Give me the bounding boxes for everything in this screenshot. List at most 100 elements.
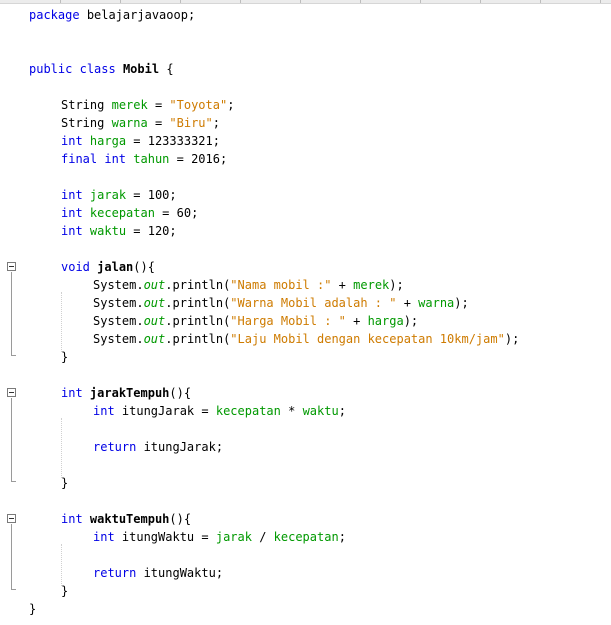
string-literal: "Harga Mobil : " <box>230 314 346 328</box>
println-call: .println( <box>165 278 231 292</box>
concat-operator: + <box>331 278 354 292</box>
string-literal: "Biru" <box>169 116 213 130</box>
keyword-package: package <box>29 8 80 22</box>
fold-toggle-jalan-icon[interactable] <box>7 262 16 271</box>
method-sig-rest: (){ <box>169 386 192 400</box>
code-line-waktutempuh-close: } <box>61 582 68 600</box>
fold-line-waktutempuh <box>11 524 12 590</box>
string-literal: "Warna Mobil adalah : " <box>230 296 397 310</box>
field-name: merek <box>111 98 148 112</box>
code-line-println: System.out.println("Laju Mobil dengan ke… <box>93 330 519 348</box>
code-line-println: System.out.println("Warna Mobil adalah :… <box>93 294 469 312</box>
code-line-field: final int tahun = 2016; <box>61 152 228 166</box>
method-name-jaraktempuh: jarakTempuh <box>89 386 170 400</box>
operator: / <box>251 530 274 544</box>
number-literal: 2016 <box>191 152 220 166</box>
code-line-return-waktu: return itungWaktu; <box>93 564 223 582</box>
method-close-brace: } <box>61 350 69 364</box>
field-type: int <box>61 224 83 238</box>
assign-operator: = <box>126 134 148 148</box>
string-literal: "Nama mobil :" <box>230 278 332 292</box>
keyword-int: int <box>61 512 83 526</box>
assign-operator: = <box>169 152 192 166</box>
code-line-jaraktempuh-signature: int jarakTempuh(){ <box>61 384 191 402</box>
return-value: itungJarak; <box>136 440 224 454</box>
statement-end: ); <box>504 332 520 346</box>
method-close-brace: } <box>61 476 69 490</box>
concat-operator: + <box>396 296 419 310</box>
code-line-waktutempuh-signature: int waktuTempuh(){ <box>61 510 191 528</box>
concat-operator: + <box>345 314 368 328</box>
assign-operator: = <box>154 206 177 220</box>
method-name-jalan: jalan <box>97 260 134 274</box>
code-line-field: int harga = 123333321; <box>61 134 220 148</box>
field-name: waktu <box>89 224 127 238</box>
system-class: System. <box>93 332 144 346</box>
code-area[interactable]: package belajarjavaoop; public class Mob… <box>29 0 611 625</box>
operator: * <box>280 404 303 418</box>
code-line-jalan-close: } <box>61 348 68 366</box>
code-line-println: System.out.println("Nama mobil :" + mere… <box>93 276 404 294</box>
system-class: System. <box>93 278 144 292</box>
field-type: int <box>61 206 83 220</box>
code-line-return-jarak: return itungJarak; <box>93 438 223 456</box>
keyword-return: return <box>93 566 137 580</box>
field-ref: waktu <box>302 404 339 418</box>
fold-toggle-waktutempuh-icon[interactable] <box>7 514 16 523</box>
package-name: belajarjavaoop; <box>86 8 196 22</box>
static-field-out: out <box>143 296 166 310</box>
system-class: System. <box>93 296 144 310</box>
code-line-field: int waktu = 120; <box>61 224 177 238</box>
code-line-jalan-signature: void jalan(){ <box>61 258 155 276</box>
assign-operator: = <box>126 224 148 238</box>
keyword-public: public <box>29 62 73 76</box>
indent-guide <box>61 544 62 586</box>
keyword-class: class <box>79 62 116 76</box>
code-line-field: int kecepatan = 60; <box>61 206 199 220</box>
fold-line-jaraktempuh <box>11 398 12 482</box>
number-literal: 123333321 <box>147 134 213 148</box>
number-literal: 60 <box>176 206 192 220</box>
fold-end-jalan <box>11 355 16 356</box>
code-line-itungjarak-decl: int itungJarak = kecepatan * waktu; <box>93 402 346 420</box>
fold-toggle-jaraktempuh-icon[interactable] <box>7 388 16 397</box>
number-literal: 100 <box>147 188 170 202</box>
code-line-package: package belajarjavaoop; <box>29 6 195 24</box>
keyword-void: void <box>61 260 90 274</box>
field-name: warna <box>111 116 148 130</box>
assign-operator: = <box>126 188 148 202</box>
field-type: String <box>61 98 105 112</box>
field-type: int <box>61 188 83 202</box>
keyword-return: return <box>93 440 137 454</box>
static-field-out: out <box>143 314 166 328</box>
field-type: final int <box>61 152 127 166</box>
string-literal: "Laju Mobil dengan kecepatan 10km/jam" <box>230 332 505 346</box>
static-field-out: out <box>143 332 166 346</box>
keyword-int: int <box>93 530 115 544</box>
class-close-brace: } <box>29 602 37 616</box>
system-class: System. <box>93 314 144 328</box>
field-ref: merek <box>353 278 390 292</box>
code-line-class: public class Mobil { <box>29 60 174 78</box>
statement-end: ); <box>454 296 469 310</box>
code-line-field: String warna = "Biru"; <box>61 116 220 130</box>
field-ref: warna <box>418 296 455 310</box>
indent-guide <box>61 418 62 478</box>
field-ref: kecepatan <box>215 404 281 418</box>
indent-guide <box>61 292 62 352</box>
field-name: harga <box>89 134 127 148</box>
statement-end: ; <box>338 404 346 418</box>
local-var-decl: itungJarak = <box>114 404 216 418</box>
number-literal: 120 <box>147 224 170 238</box>
keyword-int: int <box>61 386 83 400</box>
statement-end: ); <box>403 314 419 328</box>
static-field-out: out <box>143 278 166 292</box>
code-line-field: String merek = "Toyota"; <box>61 98 235 112</box>
code-line-println: System.out.println("Harga Mobil : " + ha… <box>93 312 418 330</box>
field-name: jarak <box>89 188 127 202</box>
code-line-field: int jarak = 100; <box>61 188 177 202</box>
field-name: kecepatan <box>89 206 155 220</box>
fold-end-jaraktempuh <box>11 481 16 482</box>
method-name-waktutempuh: waktuTempuh <box>89 512 170 526</box>
field-ref: jarak <box>215 530 252 544</box>
